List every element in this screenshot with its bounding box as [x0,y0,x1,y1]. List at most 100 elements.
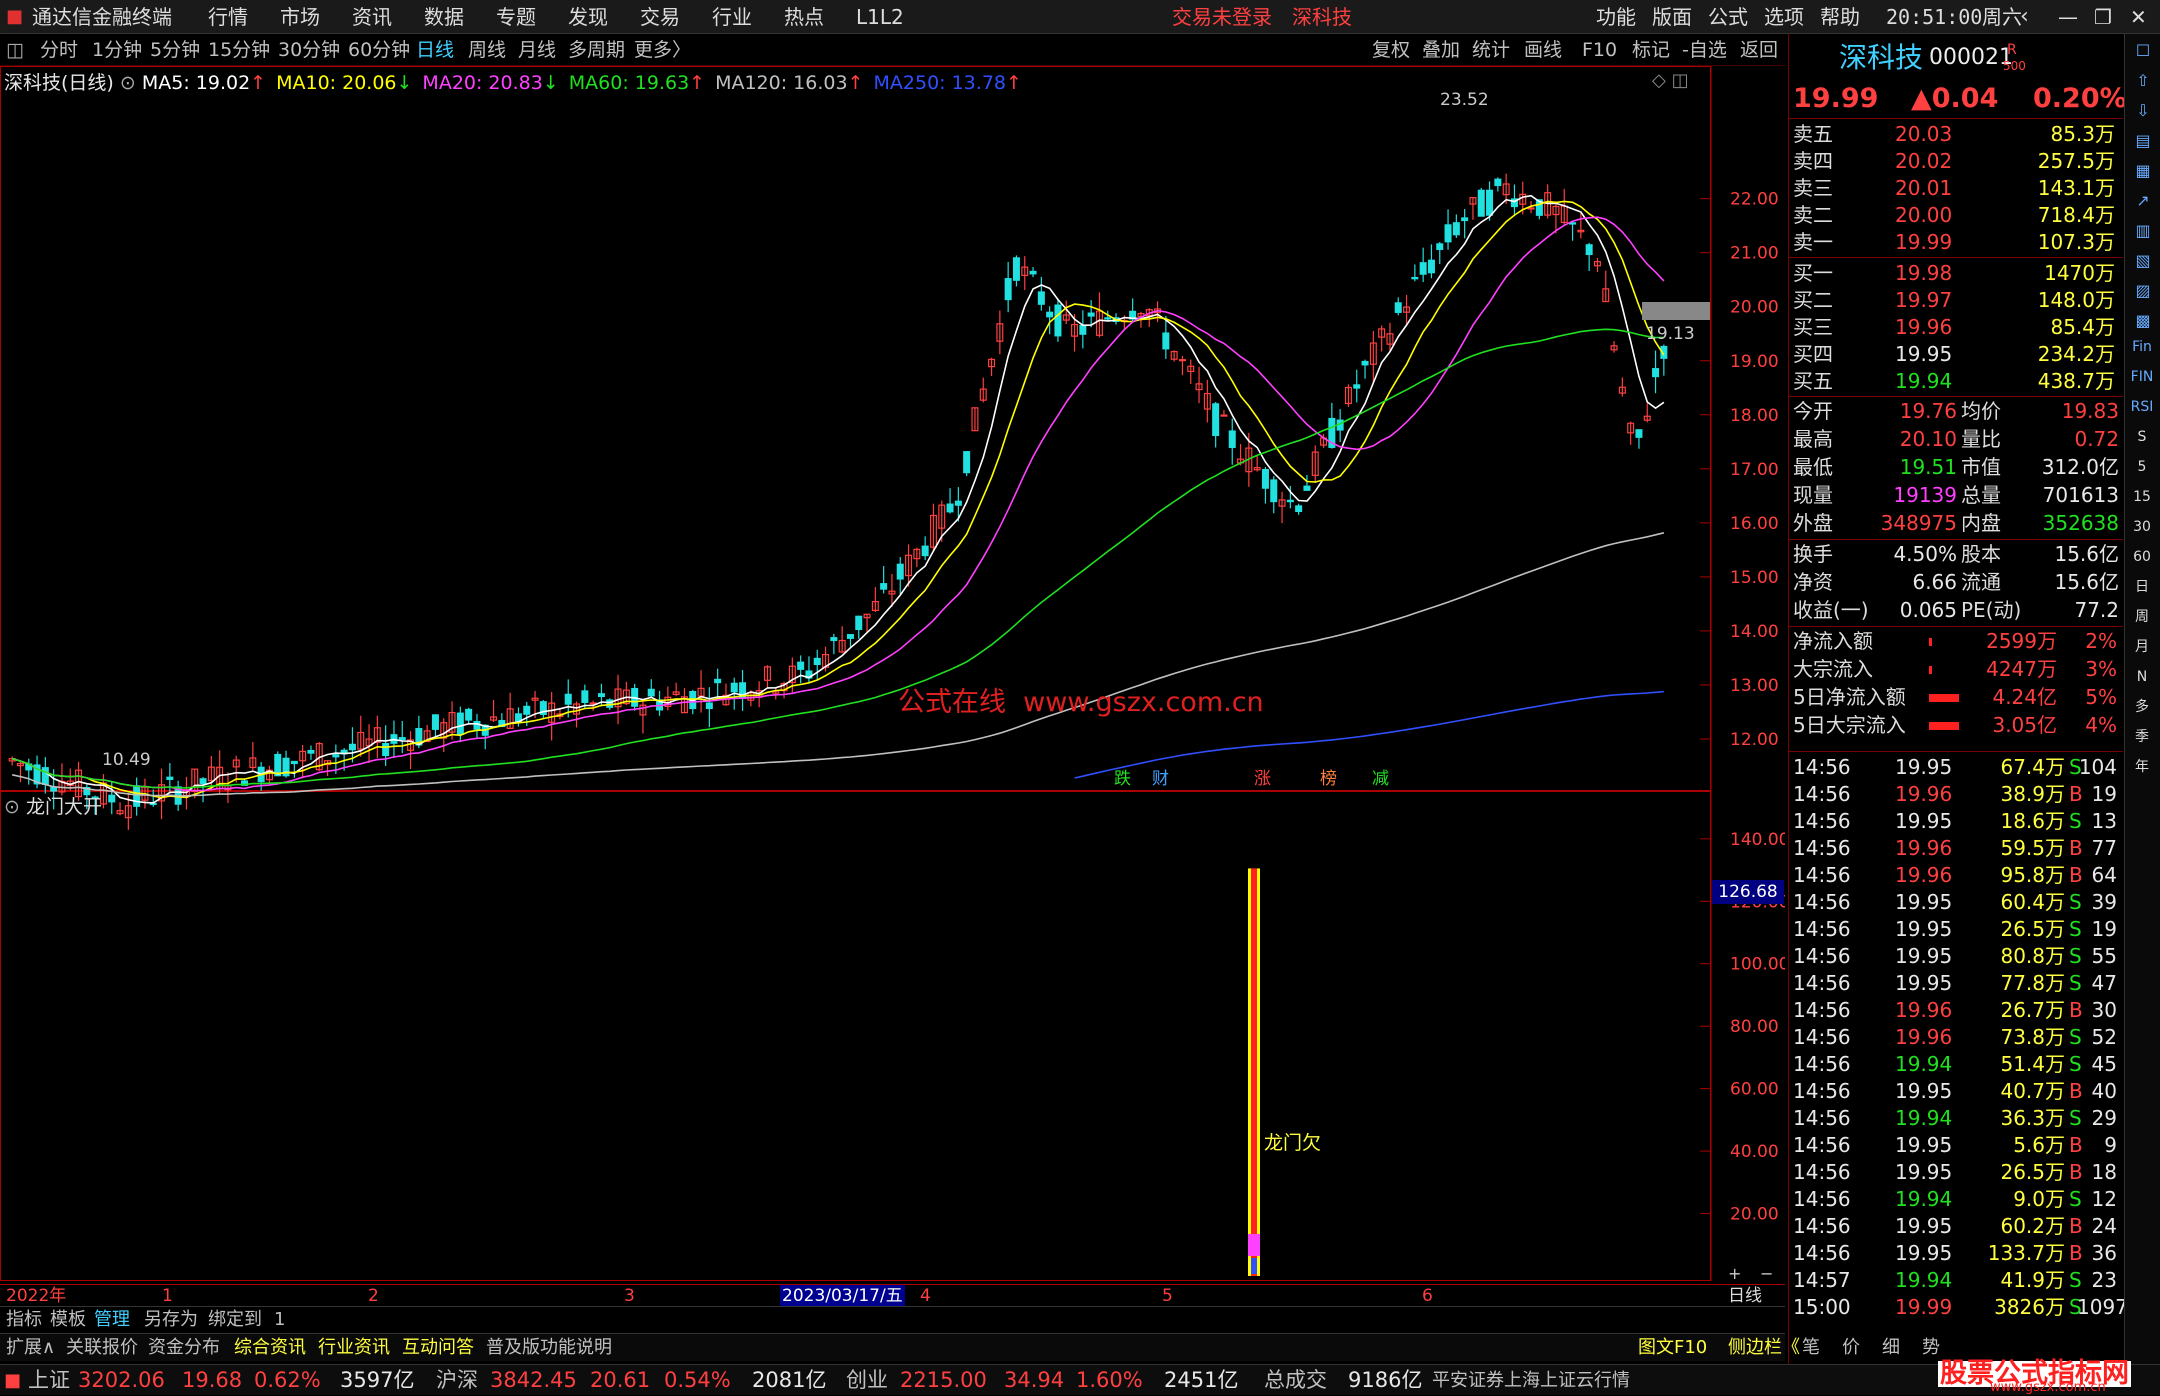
tool-icon[interactable]: ↗ [2129,188,2157,214]
minimize-icon[interactable]: — [2058,0,2078,34]
broker-label[interactable]: 平安证券上海上证云行情 [1432,1365,1630,1396]
tab-kuozhan[interactable]: 扩展∧ [6,1334,55,1362]
kline-title: 深科技(日线) [4,72,114,94]
tool-button-13[interactable]: 季 [2125,724,2159,750]
zoom-out-icon[interactable]: − [1760,1264,1773,1283]
tool-icon[interactable]: ▤ [2129,128,2157,154]
tool-biaoji[interactable]: 标记 [1632,34,1670,66]
price-tick-label: 13.00 [1730,676,1779,696]
tab-zonghezixun[interactable]: 综合资讯 [234,1334,306,1362]
period-more[interactable]: 更多〉 [634,34,691,66]
period-30min[interactable]: 30分钟 [278,34,340,66]
menu-bangzhu[interactable]: 帮助 [1820,0,1860,34]
tool-fuquan[interactable]: 复权 [1372,34,1410,66]
period-fenshi[interactable]: 分时 [40,34,78,66]
tab-zhibiao[interactable]: 指标 [6,1307,42,1333]
menu-shichang[interactable]: 市场 [280,0,320,34]
menu-zhuanti[interactable]: 专题 [496,0,536,34]
indicator-settings-icon[interactable]: ⊙ [4,796,26,818]
menu-zixun[interactable]: 资讯 [352,0,392,34]
tool-fanhui[interactable]: 返回 [1740,34,1778,66]
menu-jiaoyi[interactable]: 交易 [640,0,680,34]
tool-tongji[interactable]: 统计 [1472,34,1510,66]
menu-l1l2[interactable]: L1L2 [856,0,904,34]
menu-hangqing[interactable]: 行情 [208,0,248,34]
tool-button-11[interactable]: N [2125,664,2159,690]
event-tag[interactable]: 减 [1372,764,1389,789]
tool-icon[interactable]: ▨ [2129,278,2157,304]
period-daily[interactable]: 日线 [416,34,454,66]
tool-button-0[interactable]: Fin [2125,334,2159,360]
tool-button-4[interactable]: 5 [2125,454,2159,480]
tool-button-2[interactable]: RSI [2125,394,2159,420]
menu-gongshi[interactable]: 公式 [1708,0,1748,34]
tool-icon[interactable]: ⇩ [2129,98,2157,124]
tool-button-14[interactable]: 年 [2125,754,2159,780]
tool-icon[interactable]: ▦ [2129,158,2157,184]
menu-gongneng[interactable]: 功能 [1596,0,1636,34]
event-tag[interactable]: 涨 [1254,764,1271,789]
ma-line [11,200,1665,799]
tool-button-8[interactable]: 日 [2125,574,2159,600]
tool-huaxian[interactable]: 画线 [1524,34,1562,66]
tool-button-9[interactable]: 周 [2125,604,2159,630]
period-5min[interactable]: 5分钟 [150,34,200,66]
tool-button-10[interactable]: 月 [2125,634,2159,660]
tool-zixuan[interactable]: -自选 [1682,34,1727,66]
period-monthly[interactable]: 月线 [518,34,556,66]
tab-hudongwenda[interactable]: 互动问答 [402,1334,474,1362]
menu-hangye[interactable]: 行业 [712,0,752,34]
index-name-sh[interactable]: 上证 [28,1365,70,1396]
tool-diejia[interactable]: 叠加 [1422,34,1460,66]
period-15min[interactable]: 15分钟 [208,34,270,66]
tab-pujiban[interactable]: 普及版功能说明 [486,1334,612,1362]
period-1min[interactable]: 1分钟 [92,34,142,66]
ma-settings-icon[interactable]: ⊙ [120,72,142,94]
tab-guanli[interactable]: 管理 [94,1307,130,1333]
tab-lingcunwei[interactable]: 另存为 [144,1307,198,1333]
tool-button-1[interactable]: FIN [2125,364,2159,390]
tool-icon[interactable]: ▩ [2129,308,2157,334]
menu-shuju[interactable]: 数据 [424,0,464,34]
tab-bangdingdao[interactable]: 绑定到 [208,1307,262,1333]
menu-banmian[interactable]: 版面 [1652,0,1692,34]
app-title: 通达信金融终端 [32,5,172,29]
tool-button-12[interactable]: 多 [2125,694,2159,720]
tool-icon[interactable]: ▧ [2129,248,2157,274]
tool-icon[interactable]: ⇧ [2129,68,2157,94]
tab-1[interactable]: 1 [274,1307,285,1333]
menu-redian[interactable]: 热点 [784,0,824,34]
period-weekly[interactable]: 周线 [468,34,506,66]
tab-hangyezixun[interactable]: 行业资讯 [318,1334,390,1362]
close-icon[interactable]: ✕ [2130,0,2147,34]
tool-icon[interactable]: ☐ [2129,38,2157,64]
period-multi[interactable]: 多周期 [568,34,625,66]
event-tag[interactable]: 跌 [1114,764,1131,789]
tool-icon[interactable]: ▥ [2129,218,2157,244]
tool-button-7[interactable]: 60 [2125,544,2159,570]
index-name-hs[interactable]: 沪深 [436,1365,478,1396]
back-icon[interactable]: ‹ [2020,0,2029,34]
tab-tuwen-f10[interactable]: 图文F10 [1638,1334,1707,1362]
panel-toggle-icon[interactable]: ◫ [6,34,24,66]
index-name-cy[interactable]: 创业 [846,1365,888,1396]
tool-button-6[interactable]: 30 [2125,514,2159,540]
tab-guanlianbaojia[interactable]: 关联报价 [66,1334,138,1362]
login-status[interactable]: 交易未登录 [1172,0,1272,34]
tab-moban[interactable]: 模板 [50,1307,86,1333]
menu-xuanxiang[interactable]: 选项 [1764,0,1804,34]
tool-button-3[interactable]: S [2125,424,2159,450]
tab-zijinfenbu[interactable]: 资金分布 [148,1334,220,1362]
tool-f10[interactable]: F10 [1582,34,1617,66]
kline-chart[interactable]: 22.00 21.00 20.00 19.00 18.00 17.00 16.00 15.00… [0,66,1785,1284]
menu-faxian[interactable]: 发现 [568,0,608,34]
period-60min[interactable]: 60分钟 [348,34,410,66]
tick-volume: 26.5万 [2000,1160,2065,1184]
chart-area[interactable]: 22.00 21.00 20.00 19.00 18.00 17.00 16.00 15.00… [0,66,1785,1284]
zoom-in-icon[interactable]: + [1728,1264,1741,1283]
event-tag[interactable]: 财 [1152,764,1169,789]
chart-diamond-icon[interactable]: ◇ ◫ [1652,70,1689,91]
tool-button-5[interactable]: 15 [2125,484,2159,510]
event-tag[interactable]: 榜 [1320,764,1337,789]
restore-icon[interactable]: ❐ [2094,0,2112,34]
